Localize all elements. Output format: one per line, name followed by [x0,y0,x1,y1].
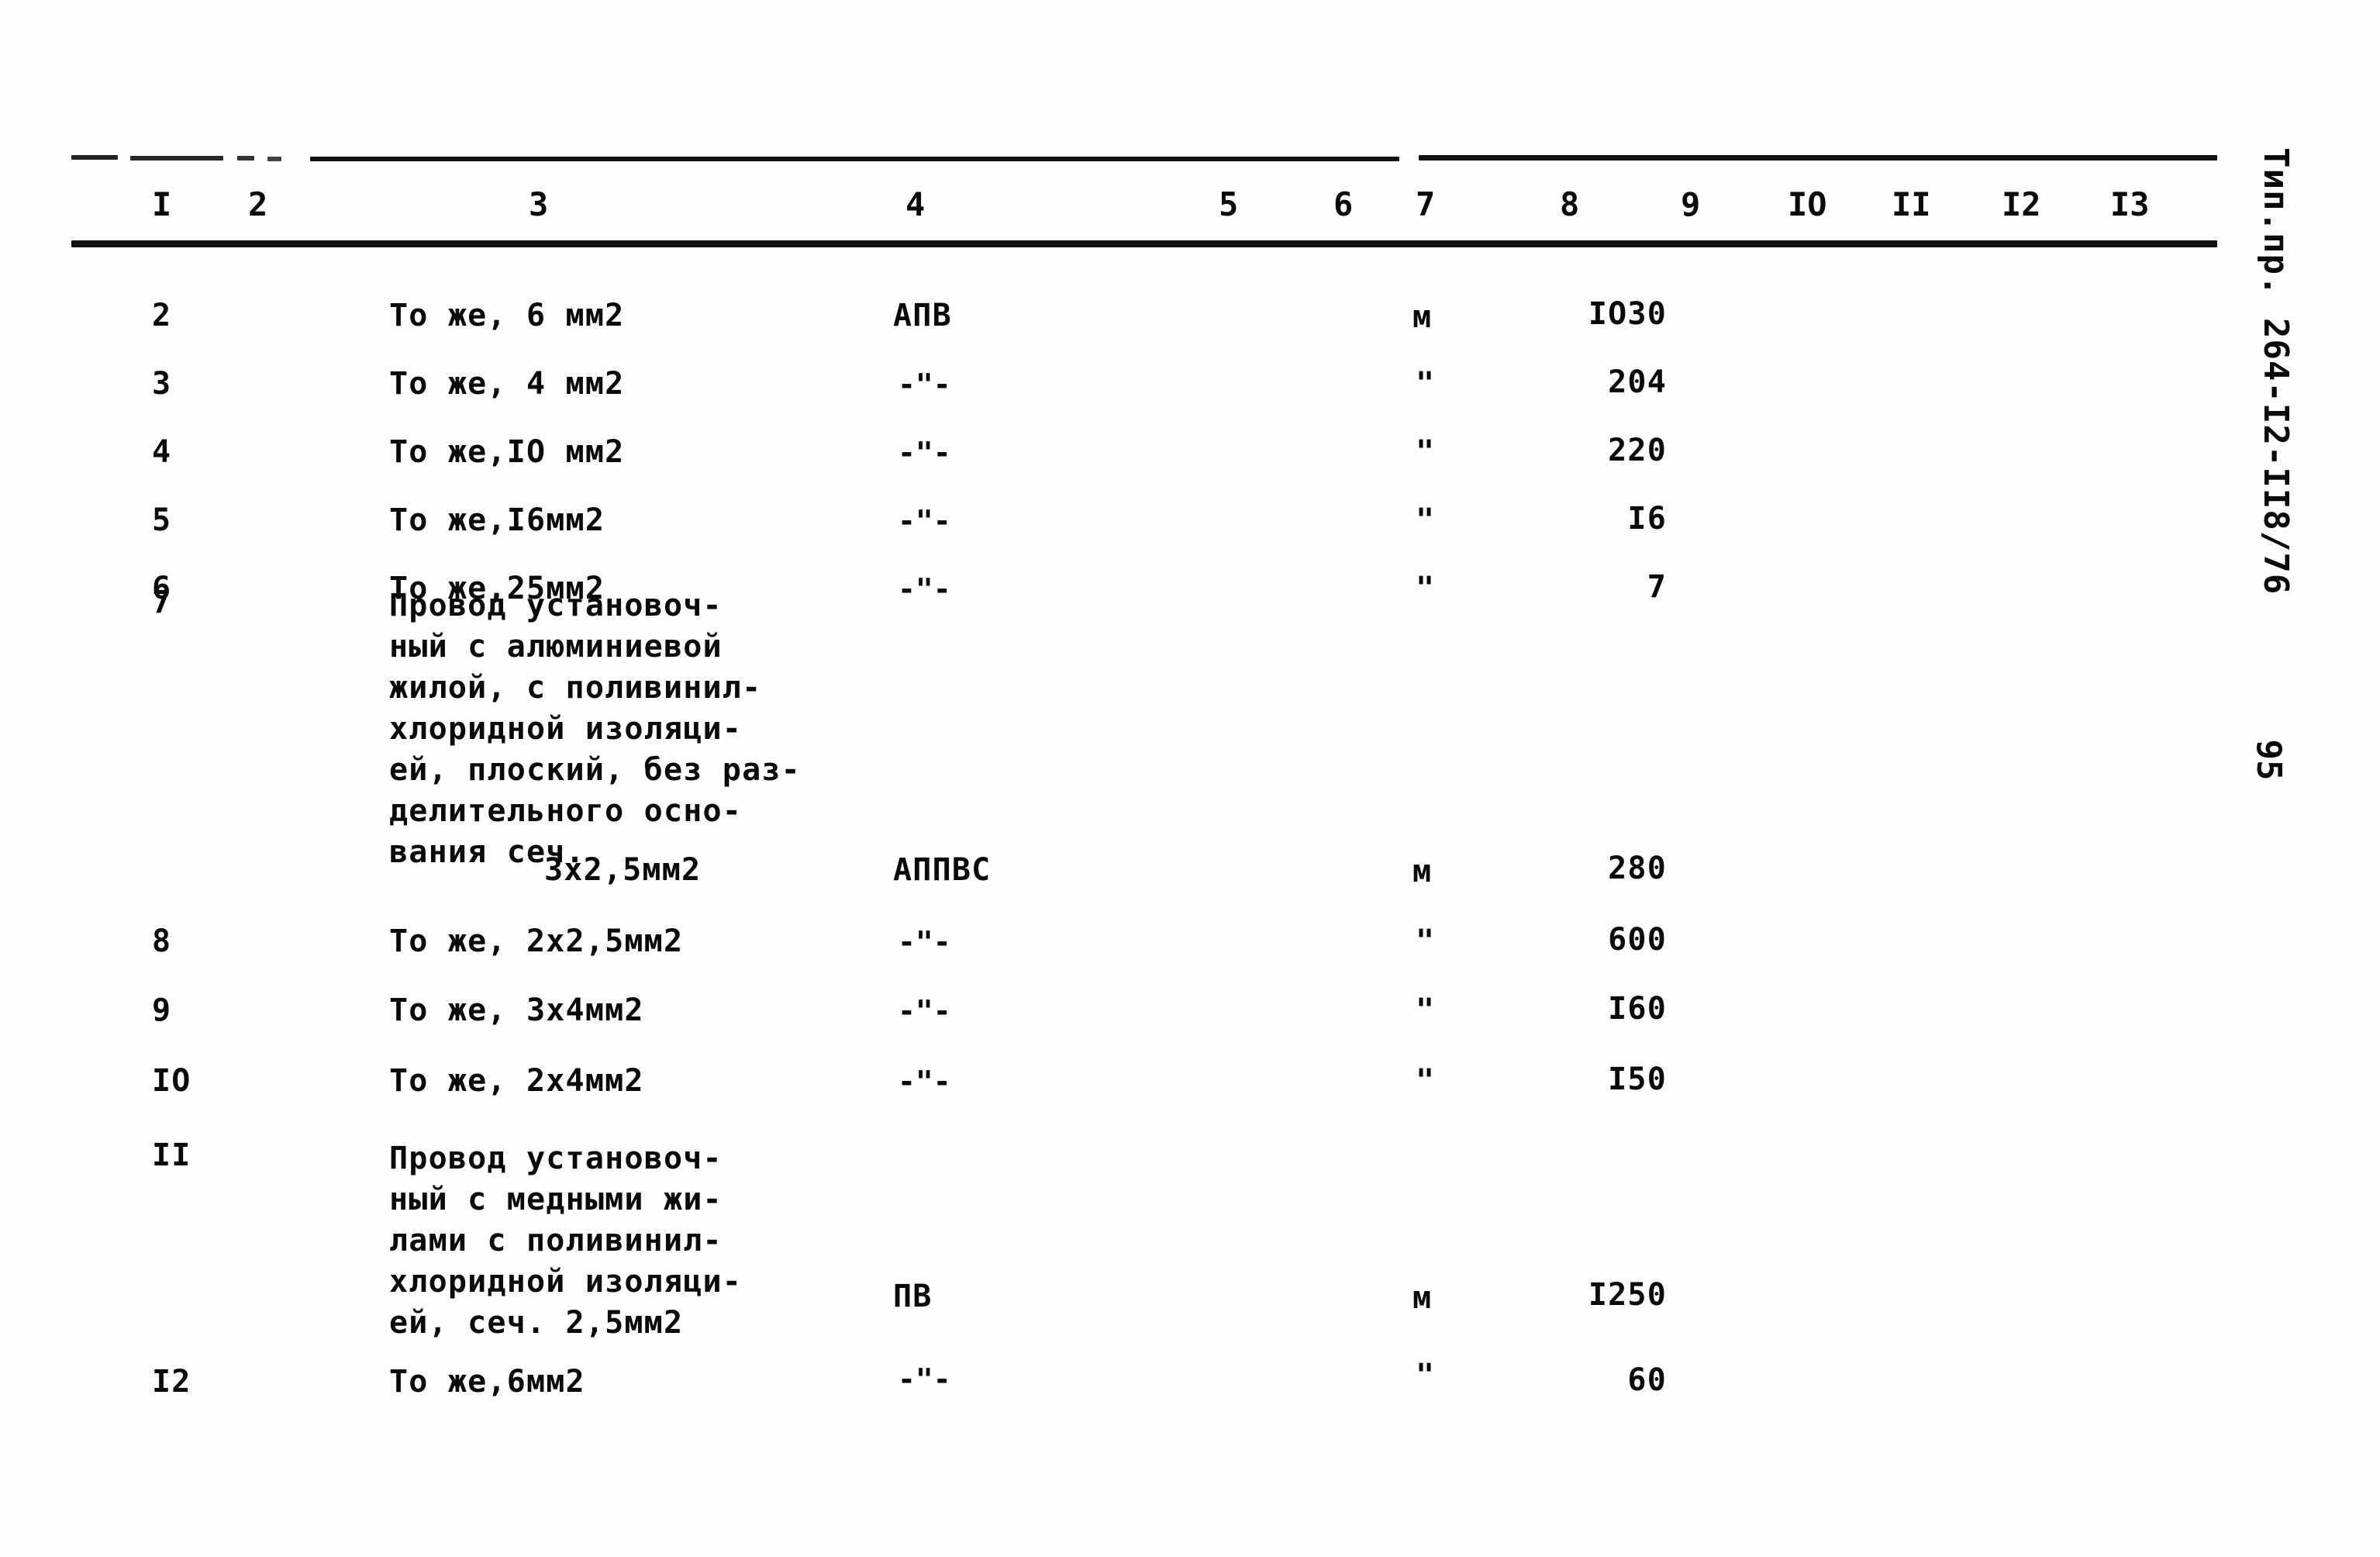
row-quantity: I60 [1608,991,1667,1027]
row-description: То же, 2х2,5мм2 [389,923,684,959]
row-quantity: 7 [1647,569,1667,605]
column-header-10: IO [1788,185,1827,223]
table-row: 2 [152,298,172,333]
row-brand-ditto: -"- [898,925,951,959]
row-brand-ditto: -"- [898,436,951,470]
row-quantity: 204 [1608,364,1667,400]
column-header-6: 6 [1333,185,1354,223]
table-row: IO [152,1063,191,1099]
row-brand-ditto: -"- [898,1362,951,1396]
row-description: Провод установоч- ный с медными жи- лами… [389,1141,743,1341]
column-header-12: I2 [2002,185,2041,223]
row-quantity: 280 [1608,851,1667,886]
row-description: То же, 2х4мм2 [389,1063,644,1099]
row-description: То же,IO мм2 [389,434,625,470]
row-unit: " [1416,502,1436,538]
row-description: То же,I6мм2 [389,502,605,538]
table-row: 7 [152,585,172,620]
row-brand-ditto: -"- [898,1065,951,1099]
row-unit: " [1416,366,1436,402]
page-number: 95 [2249,739,2289,781]
table-row: I2 [152,1364,191,1400]
row-unit: м [1412,1280,1433,1316]
table-header-bottom-rule [71,240,2217,247]
table-row: 9 [152,993,172,1028]
specification-table: I 2 3 4 5 6 7 8 9 IO II I2 I3 2 То же, 6… [0,0,2380,1557]
row-description: То же,6мм2 [389,1364,585,1400]
table-row: 5 [152,502,172,538]
table-top-rule-segment-1 [71,155,118,160]
column-header-7: 7 [1416,185,1436,223]
row-unit: " [1416,923,1436,959]
table-top-rule-segment-6 [1419,155,2217,161]
project-code-stamp: Тип.пр. 264-I2-II8/76 [2256,147,2295,596]
row-quantity: I50 [1608,1062,1667,1097]
table-row: 4 [152,434,172,470]
row-quantity: 60 [1627,1362,1667,1398]
row-brand-ditto: -"- [898,994,951,1028]
row-unit: " [1416,571,1436,606]
column-header-1: I [152,185,172,223]
table-top-rule-segment-2 [130,156,223,161]
row-description: То же, 4 мм2 [389,366,625,402]
row-unit: " [1416,1063,1436,1099]
table-top-rule-segment-3 [237,156,254,161]
table-row: 3 [152,366,172,402]
column-header-9: 9 [1681,185,1701,223]
row-unit: м [1412,854,1433,889]
column-header-5: 5 [1219,185,1239,223]
column-header-2: 2 [248,185,268,223]
table-row: 8 [152,923,172,959]
side-stamp-container: Тип.пр. 264-I2-II8/76 [2229,147,2322,628]
table-top-rule-segment-5 [310,157,1399,161]
row-quantity: 220 [1608,433,1667,468]
row-unit: " [1416,993,1436,1028]
row-brand-ditto: -"- [898,504,951,538]
column-header-8: 8 [1560,185,1580,223]
row-unit: " [1416,434,1436,470]
row-quantity: 600 [1608,922,1667,958]
row-brand: АПВ [893,298,952,333]
column-header-3: 3 [529,185,549,223]
row-description: То же, 3х4мм2 [389,993,644,1028]
column-header-13: I3 [2110,185,2150,223]
row-description: Провод установоч- ный с алюминиевой жило… [389,588,801,870]
row-quantity: I6 [1627,501,1667,537]
row-quantity: I250 [1588,1277,1667,1313]
row-brand-ditto: -"- [898,368,951,402]
row-unit: м [1412,299,1433,335]
column-header-4: 4 [905,185,926,223]
row-description-cross-section: 3х2,5мм2 [544,852,702,888]
column-header-11: II [1892,185,1931,223]
row-description: То же, 6 мм2 [389,298,625,333]
row-brand-ditto: -"- [898,572,951,606]
table-row: II [152,1138,191,1173]
page-number-container: 95 [2230,721,2307,799]
table-top-rule-segment-4 [267,157,281,161]
row-quantity: IO30 [1588,296,1667,332]
row-brand: АППВС [893,852,992,888]
row-brand: ПВ [893,1279,933,1314]
row-unit: " [1416,1358,1436,1393]
